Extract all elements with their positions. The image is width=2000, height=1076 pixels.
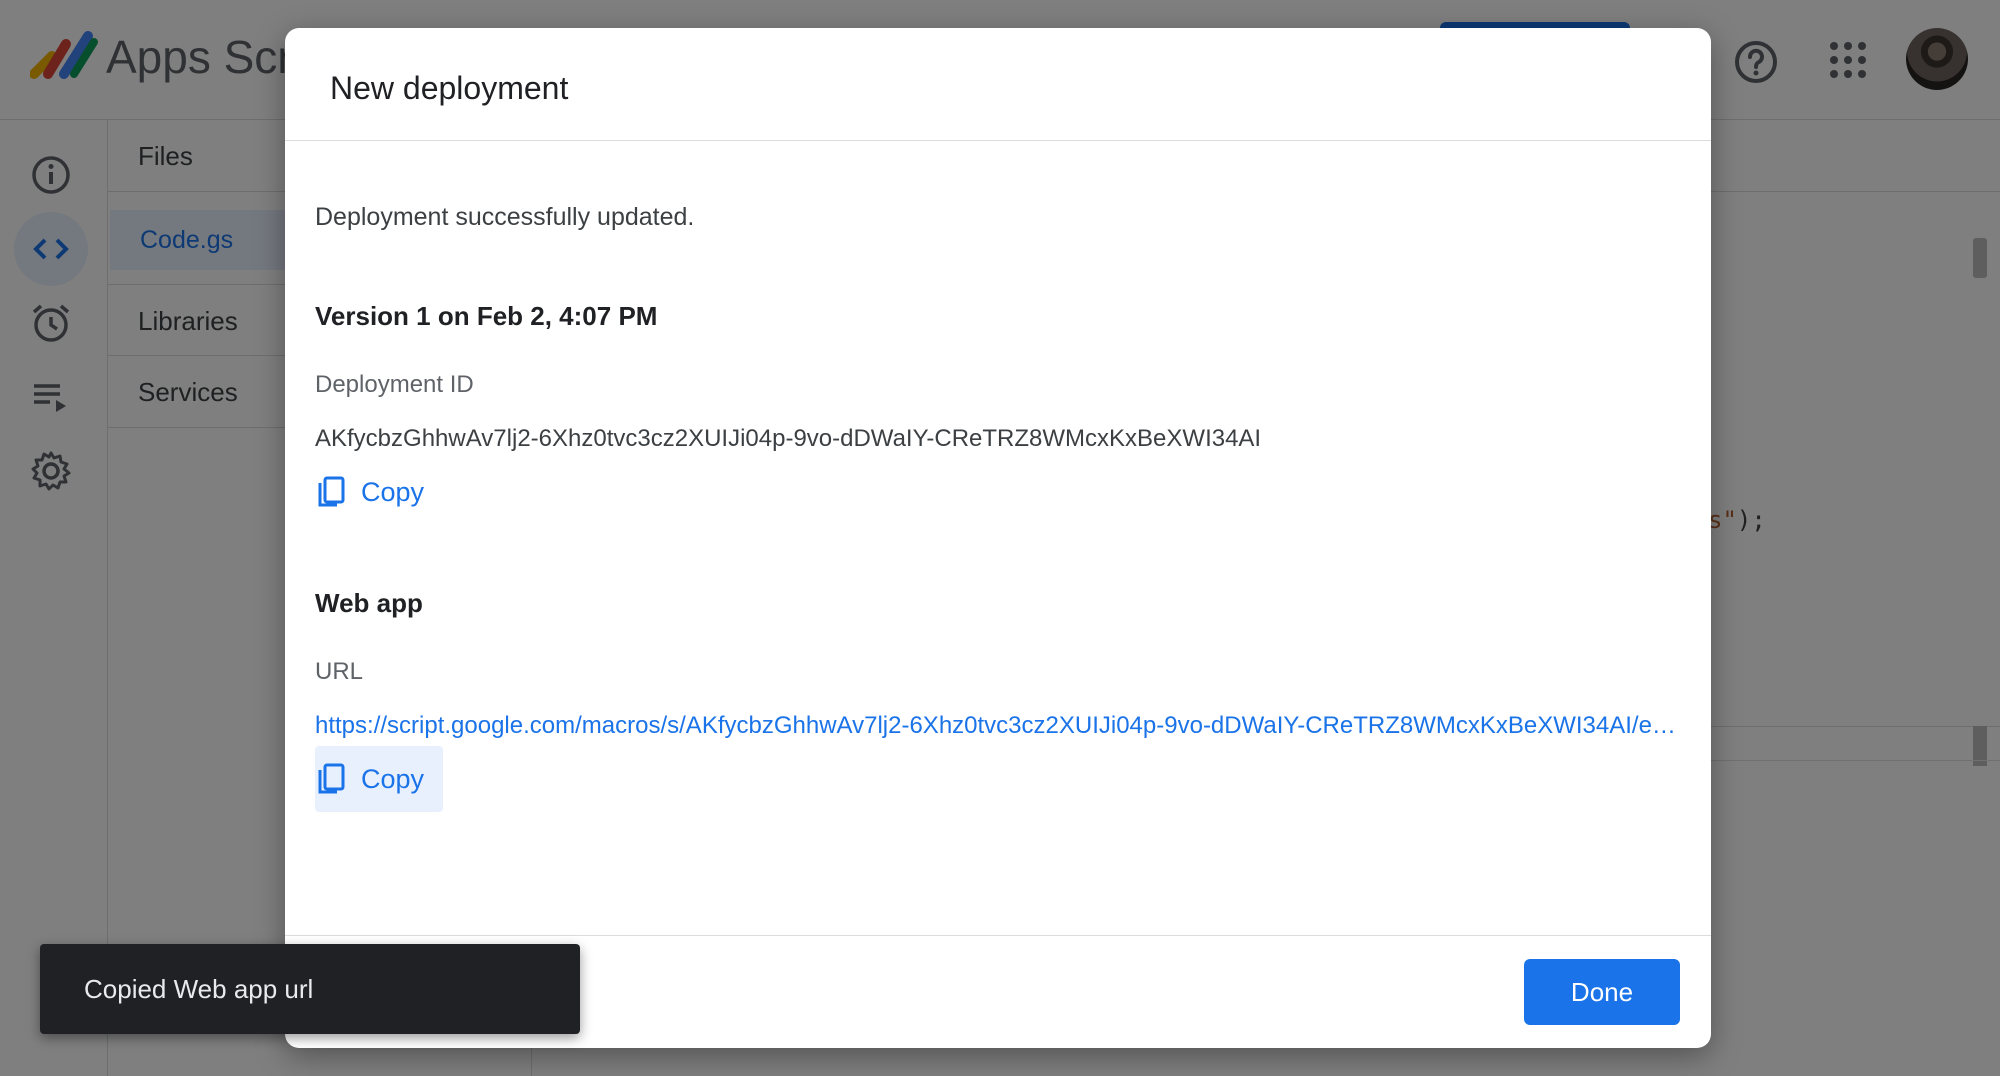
copy-icon (318, 476, 345, 507)
version-heading: Version 1 on Feb 2, 4:07 PM (315, 301, 658, 331)
web-app-heading: Web app (315, 588, 423, 618)
dialog-title: New deployment (330, 70, 569, 106)
url-label: URL (315, 658, 364, 685)
copy-icon (318, 763, 345, 794)
done-button[interactable]: Done (1524, 959, 1680, 1025)
web-app-url-link[interactable]: https://script.google.com/macros/s/AKfyc… (315, 712, 1681, 740)
snackbar-toast: Copied Web app url (40, 944, 580, 1034)
new-deployment-dialog: New deployment Deployment successfully u… (285, 28, 1711, 1048)
copy-web-app-url-button[interactable]: Copy (315, 746, 443, 812)
success-message: Deployment successfully updated. (315, 203, 695, 231)
copy-deployment-id-button[interactable]: Copy (315, 459, 443, 525)
deployment-id-label: Deployment ID (315, 371, 474, 398)
deployment-id-value: AKfycbzGhhwAv7lj2-6Xhz0tvc3cz2XUIJi04p-9… (315, 425, 1262, 452)
dialog-header: New deployment (285, 28, 1711, 141)
copy-button-label: Copy (361, 763, 425, 794)
dialog-body: Deployment successfully updated. Version… (285, 141, 1711, 931)
copy-button-label: Copy (361, 476, 425, 507)
